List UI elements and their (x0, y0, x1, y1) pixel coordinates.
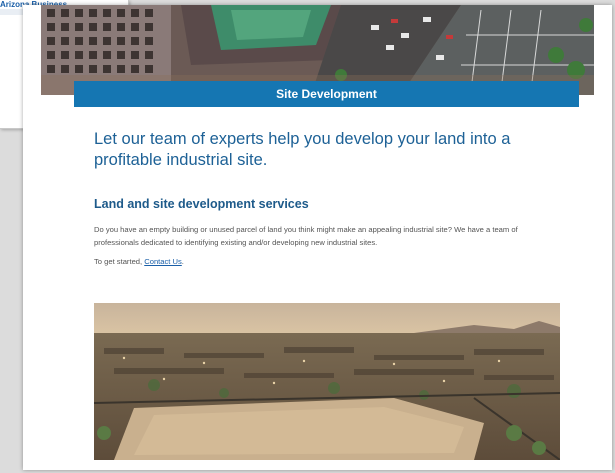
section-title: Land and site development services (94, 197, 309, 211)
section-body: Do you have an empty building or unused … (94, 225, 518, 247)
page-card: Site Development Let our team of experts… (23, 5, 612, 470)
aerial-landscape-image (94, 303, 560, 460)
cta-suffix: . (181, 257, 184, 266)
contact-us-link[interactable]: Contact Us (144, 257, 182, 266)
page-banner: Site Development (74, 81, 579, 107)
page-headline: Let our team of experts help you develop… (94, 130, 511, 169)
cta-line: To get started, Contact Us. (94, 257, 184, 266)
cta-prefix: To get started, (94, 257, 145, 266)
